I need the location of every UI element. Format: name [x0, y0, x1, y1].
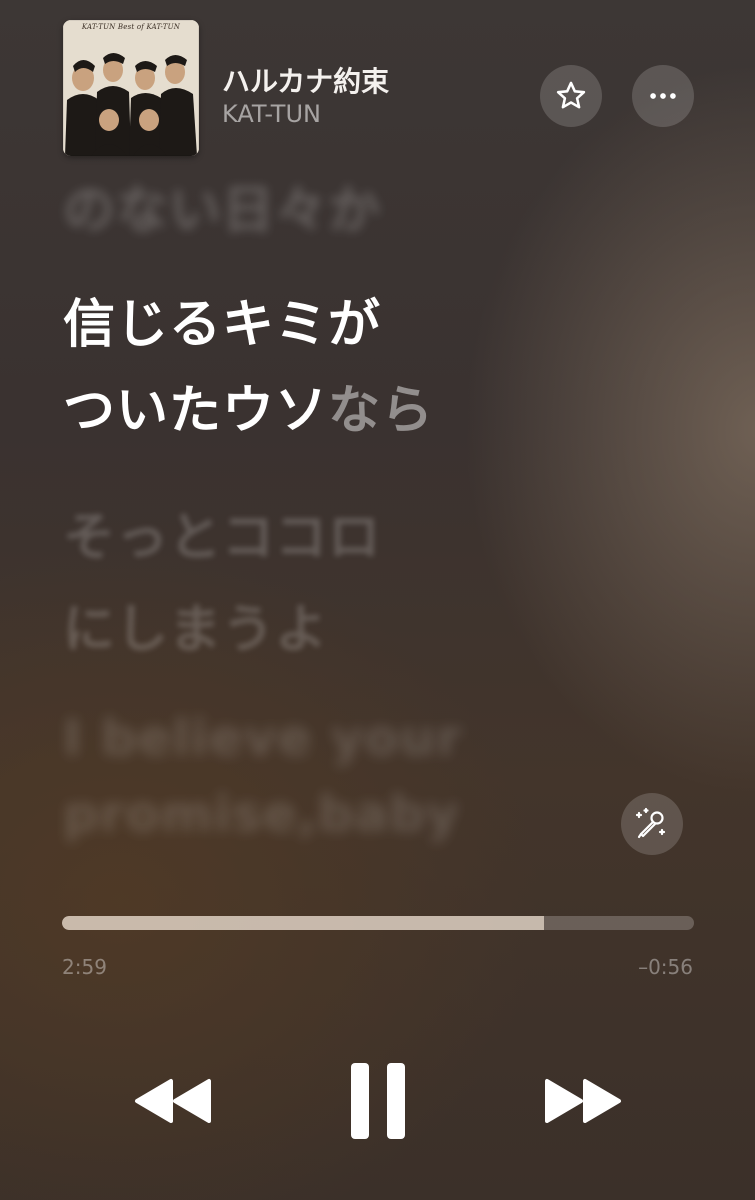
lyric-line-current[interactable]: 信じるキミが ついたウソなら [63, 282, 434, 454]
album-art-caption: KAT-TUN Best of KAT-TUN [81, 23, 181, 31]
playback-progress-fill [62, 916, 544, 930]
song-title[interactable]: ハルカナ約束 [222, 60, 389, 100]
lyric-pending-text: なら [328, 381, 435, 441]
lyric-following-line2: promise,baby [63, 785, 460, 843]
lyric-line-previous[interactable]: のない日々か [63, 168, 381, 254]
rewind-button[interactable] [130, 1075, 216, 1127]
lyric-current-line1: 信じるキミが [63, 295, 382, 355]
star-icon [556, 81, 586, 109]
favorite-button[interactable] [540, 65, 602, 127]
lyric-next-line1: そっとココロ [63, 508, 382, 568]
lyric-line-following[interactable]: I believe your promise,baby [63, 700, 462, 852]
fast-forward-button[interactable] [540, 1075, 626, 1127]
lyric-following-line1: I believe your [63, 709, 463, 767]
more-options-button[interactable] [632, 65, 694, 127]
lyric-line-next[interactable]: そっとココロ にしまうよ [63, 492, 381, 676]
rewind-icon [135, 1079, 211, 1123]
fast-forward-icon [545, 1079, 621, 1123]
playback-scrubber[interactable] [62, 916, 694, 930]
more-icon [650, 93, 676, 99]
lyric-sung-text: ついたウソ [63, 381, 329, 441]
sing-microphone-icon [635, 807, 666, 839]
album-art-image [63, 20, 199, 156]
artist-name[interactable]: KAT-TUN [222, 100, 321, 128]
elapsed-time: 2:59 [62, 955, 107, 979]
remaining-time: –0:56 [638, 955, 693, 979]
sing-along-button[interactable] [621, 793, 683, 855]
album-art[interactable]: KAT-TUN Best of KAT-TUN [63, 20, 199, 156]
lyric-current-line2: ついたウソなら [63, 368, 434, 454]
pause-icon [351, 1063, 405, 1139]
pause-button[interactable] [345, 1060, 411, 1142]
lyric-next-line2: にしまうよ [63, 600, 329, 660]
